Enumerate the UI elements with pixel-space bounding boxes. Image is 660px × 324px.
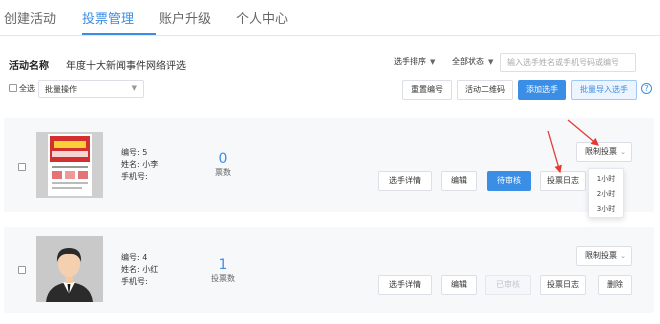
contestant-info: 编号: 5 姓名: 小李 手机号: [121,147,158,183]
contestant-card: 编号: 5 姓名: 小李 手机号: 0 票数 限制投票 ⌄ 选手详情 编辑 待审… [4,118,654,212]
dropdown-option-1h[interactable]: 1小时 [589,174,623,184]
contestant-details-button[interactable]: 选手详情 [378,275,432,295]
chevron-down-icon: ▼ [131,84,137,92]
contestant-name: 姓名: 小红 [121,265,159,274]
tab-vote-management[interactable]: 投票管理 [82,8,134,27]
sort-select[interactable]: 选手排序 ▼ [394,56,435,67]
limit-vote-label: 限制投票 [585,147,617,156]
activity-name: 年度十大新闻事件网络评选 [66,61,186,72]
delete-button[interactable]: 删除 [598,275,632,295]
chevron-down-icon: ⌄ [620,148,626,156]
dropdown-option-2h[interactable]: 2小时 [589,189,623,199]
contestant-avatar [36,236,103,302]
batch-action-select[interactable]: 批量操作 ▼ [38,80,144,98]
limit-vote-select[interactable]: 限制投票 ⌄ [576,142,632,162]
batch-action-value: 批量操作 [45,85,77,94]
limit-vote-label: 限制投票 [585,251,617,260]
status-select[interactable]: 全部状态 ▼ [452,56,493,67]
chevron-down-icon: ▼ [488,58,494,66]
edit-button[interactable]: 编辑 [441,275,477,295]
edit-button[interactable]: 编辑 [441,171,477,191]
contestant-number: 编号: 4 [121,253,148,262]
activity-qrcode-button[interactable]: 活动二维码 [457,80,513,100]
status-select-value: 全部状态 [452,57,484,66]
select-all-label: 全选 [19,84,35,93]
vote-count-label: 票数 [215,168,231,177]
tab-account-upgrade[interactable]: 账户升级 [159,8,211,27]
contestant-number: 编号: 5 [121,148,148,157]
contestant-card: 编号: 4 姓名: 小红 手机号: 1 投票数 限制投票 ⌄ 选手详情 编辑 已… [4,227,654,313]
sort-select-value: 选手排序 [394,57,426,66]
select-all-checkbox[interactable] [9,84,17,92]
tab-create-activity[interactable]: 创建活动 [4,8,56,27]
contestant-details-button[interactable]: 选手详情 [378,171,432,191]
reset-number-button[interactable]: 重置编号 [402,80,452,100]
active-tab-underline [82,33,156,35]
chevron-down-icon: ▼ [430,58,436,66]
row-checkbox[interactable] [18,266,26,274]
vote-count: 0 票数 [203,151,243,178]
row-checkbox[interactable] [18,163,26,171]
contestant-name: 姓名: 小李 [121,160,159,169]
vote-count-value: 0 [218,151,228,167]
help-icon[interactable]: ? [641,83,652,94]
vote-count: 1 投票数 [203,257,243,284]
pending-review-button[interactable]: 待审核 [487,171,531,191]
vote-count-label: 投票数 [211,274,235,283]
contestant-phone: 手机号: [121,172,148,181]
add-contestant-button[interactable]: 添加选手 [518,80,566,100]
chevron-down-icon: ⌄ [620,252,626,260]
contestant-phone: 手机号: [121,277,148,286]
contestant-info: 编号: 4 姓名: 小红 手机号: [121,252,158,288]
activity-name-label: 活动名称 [9,61,49,72]
limit-vote-dropdown: 1小时 2小时 3小时 [588,168,624,218]
tab-bar: 创建活动 投票管理 账户升级 个人中心 [0,0,660,36]
approved-button: 已审核 [485,275,531,295]
vote-count-value: 1 [218,257,228,273]
vote-log-button[interactable]: 投票日志 [540,171,586,191]
avatar-illustration [46,248,93,302]
poster-image [48,134,92,196]
search-input[interactable] [500,53,636,72]
batch-import-button[interactable]: 批量导入选手 [571,80,637,100]
tab-personal-center[interactable]: 个人中心 [236,8,288,27]
limit-vote-select[interactable]: 限制投票 ⌄ [576,246,632,266]
dropdown-option-3h[interactable]: 3小时 [589,204,623,214]
contestant-photo [36,132,103,198]
vote-log-button[interactable]: 投票日志 [540,275,586,295]
